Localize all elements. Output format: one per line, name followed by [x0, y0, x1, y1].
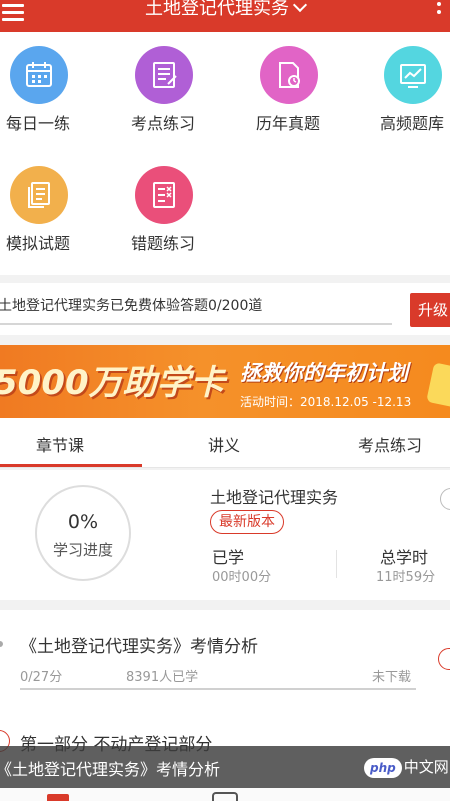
notebook-icon: [135, 46, 193, 104]
watermark-text: 中文网: [403, 758, 449, 776]
document-clock-icon: [260, 46, 318, 104]
banner-headline: 5000万助学卡: [0, 363, 225, 403]
tile-label: 历年真题: [255, 114, 320, 133]
banner-slogan: 拯救你的年初计划: [240, 361, 408, 385]
version-badge: 最新版本: [210, 510, 284, 534]
wrong-list-icon: [135, 166, 193, 224]
play-icon[interactable]: [438, 648, 450, 670]
upgrade-button[interactable]: 升级: [410, 293, 450, 327]
free-trial-text: 土地登记代理实务已免费体验答题0/200道: [0, 298, 263, 314]
chevron-down-icon: [292, 0, 308, 13]
tab-chapter-lessons[interactable]: 章节课: [36, 432, 84, 456]
tile-label: 高频题库: [379, 114, 444, 133]
top-bar: 土地登记代理实务: [0, 0, 450, 32]
tile-label: 考点练习: [130, 114, 195, 133]
feature-grid: 每日一练 考点练习 历年真题 高频题库 模拟试题 错题练习: [0, 32, 450, 275]
chevron-right-icon[interactable]: [440, 488, 450, 510]
free-trial-progress-bar: [0, 323, 392, 325]
course-title: 土地登记代理实务: [210, 488, 339, 507]
tile-past-exams[interactable]: 历年真题: [238, 32, 338, 133]
chart-board-icon: [384, 46, 442, 104]
lesson-progress-bar: [20, 688, 416, 690]
bottom-nav: [0, 788, 450, 801]
more-vertical-icon[interactable]: [436, 0, 442, 24]
active-tab-indicator: [0, 464, 142, 467]
tile-label: 每日一练: [5, 114, 70, 133]
lesson-count: 0/27分: [20, 670, 63, 685]
bullet-icon: [0, 641, 3, 647]
home-icon[interactable]: [47, 794, 69, 801]
watermark: php 中文网: [364, 756, 449, 780]
tile-wrong-questions[interactable]: 错题练习: [113, 152, 213, 253]
page-title: 土地登记代理实务: [145, 0, 289, 19]
paper-stack-icon: [10, 166, 68, 224]
tile-label: 错题练习: [130, 234, 195, 253]
tile-label: 模拟试题: [5, 234, 70, 253]
banner-date: 活动时间：2018.12.05 -12.13: [240, 395, 412, 409]
tab-handouts[interactable]: 讲义: [208, 432, 240, 456]
caption-overlay: 《土地登记代理实务》考情分析 php 中文网: [0, 746, 450, 788]
watermark-logo: php: [364, 758, 402, 778]
lesson-title: 《土地登记代理实务》考情分析: [20, 637, 258, 657]
app-root: 土地登记代理实务 每日一练 考点练习 历年真题 高频题库 模拟试题 错题练习 土…: [0, 0, 450, 801]
download-status: 未下载: [372, 670, 412, 685]
caption-text: 《土地登记代理实务》考情分析: [0, 760, 221, 779]
tab-topic-practice[interactable]: 考点练习: [358, 432, 422, 456]
banner-decoration-icon: [426, 362, 450, 408]
course-card[interactable]: 0% 学习进度 土地登记代理实务 最新版本 已学 00时00分 总学时 11时5…: [0, 470, 450, 600]
course-icon[interactable]: [212, 792, 238, 801]
page-title-dropdown[interactable]: 土地登记代理实务: [0, 0, 450, 19]
study-progress-ring: 0% 学习进度: [35, 485, 131, 581]
total-hours-label: 总学时: [380, 548, 429, 567]
promo-banner[interactable]: 5000万助学卡 拯救你的年初计划 活动时间：2018.12.05 -12.13: [0, 345, 450, 418]
total-hours-value: 11时59分: [376, 570, 436, 585]
tile-frequent-questions[interactable]: 高频题库: [362, 32, 450, 133]
tile-topic-practice[interactable]: 考点练习: [113, 32, 213, 133]
lesson-learners: 8391人已学: [126, 670, 199, 685]
tab-bar: 章节课 讲义 考点练习: [0, 418, 450, 468]
calendar-icon: [10, 46, 68, 104]
divider: [336, 550, 337, 578]
learned-value: 00时00分: [212, 570, 272, 585]
learned-label: 已学: [212, 548, 245, 567]
free-trial-row: 土地登记代理实务已免费体验答题0/200道 升级: [0, 283, 450, 335]
progress-percent: 0%: [67, 511, 99, 533]
tile-daily-practice[interactable]: 每日一练: [0, 32, 88, 133]
progress-label: 学习进度: [52, 541, 113, 559]
tile-mock-exam[interactable]: 模拟试题: [0, 152, 88, 253]
